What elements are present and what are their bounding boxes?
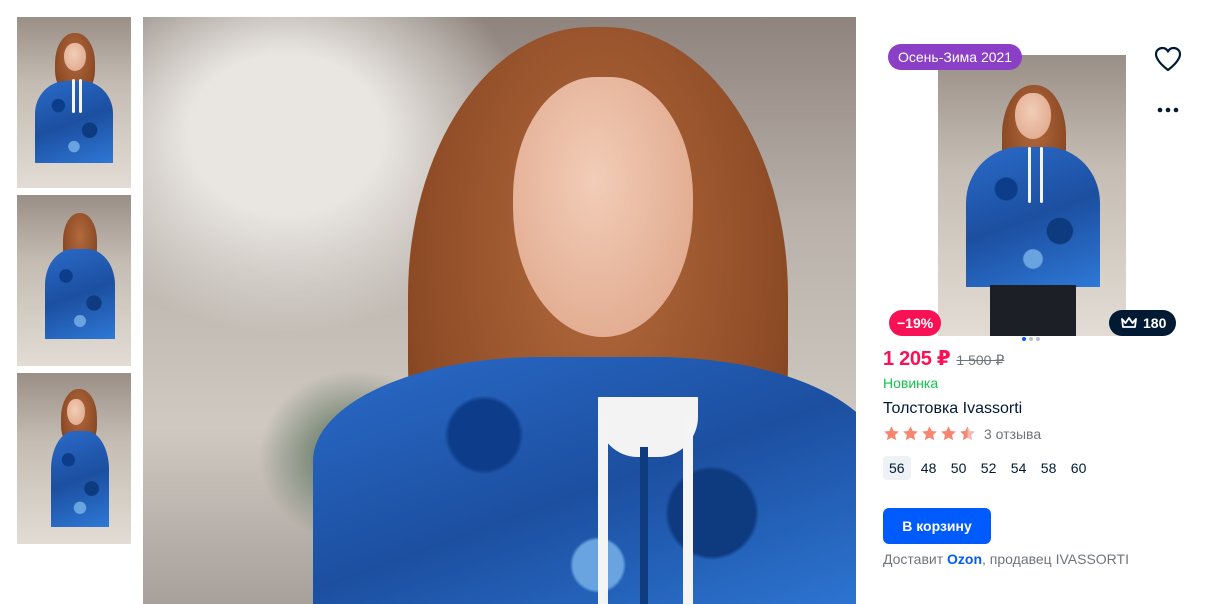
product-card-image[interactable] bbox=[938, 55, 1126, 336]
star-icon bbox=[903, 426, 918, 441]
size-option[interactable]: 56 bbox=[883, 456, 911, 480]
size-option[interactable]: 60 bbox=[1067, 456, 1091, 480]
size-option[interactable]: 58 bbox=[1037, 456, 1061, 480]
delivery-service-link[interactable]: Ozon bbox=[947, 551, 982, 567]
old-price: 1 500 ₽ bbox=[956, 352, 1005, 368]
current-price: 1 205 ₽ bbox=[883, 348, 951, 370]
size-list: 56 48 50 52 54 58 60 bbox=[883, 456, 1091, 480]
discount-badge: −19% bbox=[889, 310, 942, 336]
size-option[interactable]: 50 bbox=[947, 456, 971, 480]
reviews-link[interactable]: 3 отзыва bbox=[984, 426, 1041, 442]
thumbnail-3[interactable] bbox=[17, 373, 131, 544]
price-row: 1 205 ₽ 1 500 ₽ bbox=[883, 346, 1004, 371]
size-option[interactable]: 48 bbox=[917, 456, 941, 480]
new-label: Новинка bbox=[883, 375, 939, 391]
product-title[interactable]: Толстовка Ivassorti bbox=[883, 400, 1022, 418]
thumbnail-2[interactable] bbox=[17, 195, 131, 366]
crown-icon bbox=[1121, 317, 1137, 328]
delivery-info: Доставит Ozon, продавец IVASSORTI bbox=[883, 551, 1129, 567]
main-product-image[interactable] bbox=[143, 17, 856, 604]
rating-row[interactable]: 3 отзыва bbox=[883, 425, 1041, 442]
carousel-dot[interactable] bbox=[1036, 337, 1040, 341]
add-to-cart-button[interactable]: В корзину bbox=[883, 508, 991, 544]
photo-carousel-dots[interactable] bbox=[1022, 337, 1040, 341]
size-option[interactable]: 54 bbox=[1007, 456, 1031, 480]
star-icon bbox=[960, 426, 975, 441]
size-option[interactable]: 52 bbox=[977, 456, 1001, 480]
season-badge: Осень-Зима 2021 bbox=[888, 44, 1023, 70]
star-icon bbox=[884, 426, 899, 441]
delivery-seller[interactable]: , продавец IVASSORTI bbox=[982, 551, 1129, 567]
delivery-prefix: Доставит bbox=[883, 551, 944, 567]
star-icon bbox=[941, 426, 956, 441]
heart-icon[interactable] bbox=[1154, 46, 1182, 72]
carousel-dot[interactable] bbox=[1029, 337, 1033, 341]
carousel-dot[interactable] bbox=[1022, 337, 1026, 341]
points-value: 180 bbox=[1143, 315, 1167, 331]
thumbnail-1[interactable] bbox=[17, 17, 131, 188]
points-badge: 180 bbox=[1109, 310, 1177, 336]
star-icon bbox=[922, 426, 937, 441]
more-dots-icon[interactable] bbox=[1156, 101, 1180, 113]
rating-stars bbox=[883, 425, 976, 442]
